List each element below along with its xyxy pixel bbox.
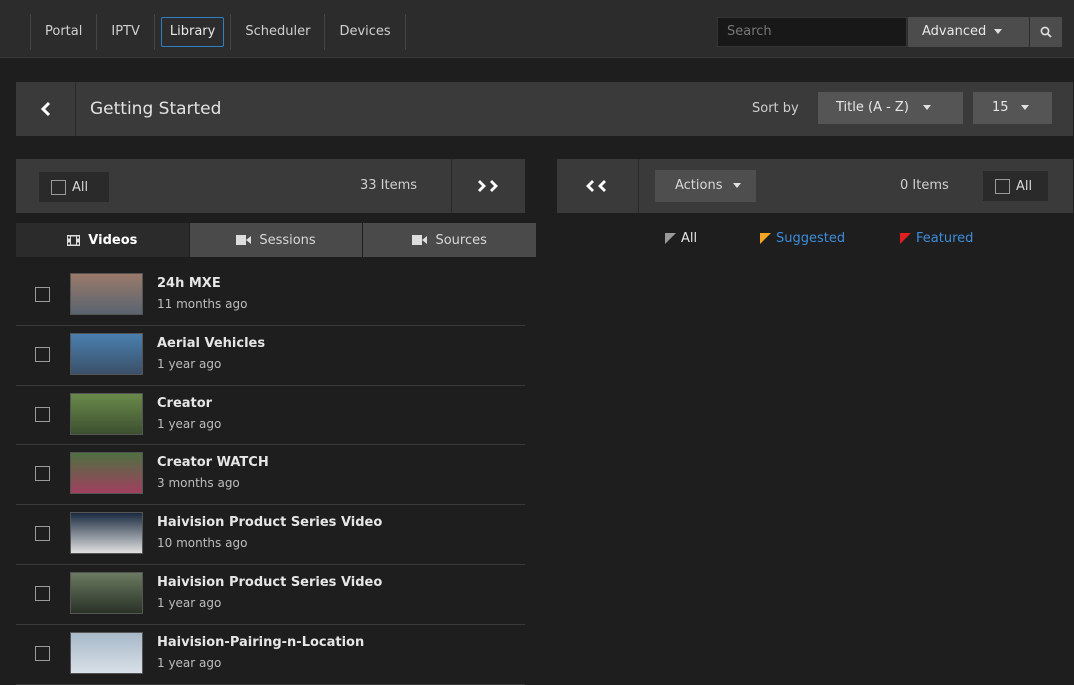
row-checkbox[interactable] <box>35 526 50 542</box>
video-title[interactable]: Aerial Vehicles <box>157 336 265 351</box>
video-date: 10 months ago <box>157 536 248 551</box>
library-header: Getting Started Sort by Title (A - Z) 15 <box>16 82 1073 136</box>
top-navigation: Portal IPTV Library Scheduler Devices Se… <box>0 0 1074 58</box>
checkbox <box>995 178 1010 194</box>
caret-down-icon <box>994 29 1003 34</box>
select-all-label: All <box>1016 178 1033 194</box>
tab-sessions[interactable]: Sessions <box>189 223 363 257</box>
row-checkbox[interactable] <box>35 346 50 362</box>
list-item[interactable]: Haivision Product Series Video 10 months… <box>16 505 525 565</box>
list-item[interactable]: Creator 1 year ago <box>16 386 525 446</box>
search-button[interactable] <box>1030 17 1062 47</box>
sort-select[interactable]: Title (A - Z) <box>818 92 963 124</box>
flag-icon <box>900 233 911 244</box>
tab-sources[interactable]: Sources <box>363 223 537 257</box>
video-date: 3 months ago <box>157 476 240 491</box>
caret-down-icon <box>732 183 741 188</box>
list-item[interactable]: Aerial Vehicles 1 year ago <box>16 326 525 386</box>
move-to-right-button[interactable] <box>451 159 525 213</box>
row-checkbox[interactable] <box>35 585 50 601</box>
row-checkbox[interactable] <box>35 406 50 422</box>
filter-all[interactable]: All <box>665 231 697 246</box>
video-date: 1 year ago <box>157 416 222 431</box>
move-to-left-button[interactable] <box>557 159 639 213</box>
video-title[interactable]: 24h MXE <box>157 276 221 291</box>
list-item[interactable]: Creator WATCH 3 months ago <box>16 445 525 506</box>
tab-videos[interactable]: Videos <box>16 223 189 257</box>
video-thumbnail[interactable] <box>70 512 143 555</box>
video-date: 1 year ago <box>157 356 222 371</box>
list-item[interactable]: Haivision-Pairing-n-Location 1 year ago <box>16 625 525 685</box>
video-title[interactable]: Haivision Product Series Video <box>157 575 382 590</box>
video-thumbnail[interactable] <box>70 332 143 375</box>
checkbox <box>51 179 66 195</box>
video-thumbnail[interactable] <box>70 571 143 614</box>
video-thumbnail[interactable] <box>70 392 143 435</box>
filter-bar: All Suggested Featured <box>557 231 1073 251</box>
list-item[interactable]: 24h MXE 11 months ago <box>16 266 525 326</box>
sort-by-label: Sort by <box>752 101 799 116</box>
page-size-value: 15 <box>992 100 1009 115</box>
filter-suggested[interactable]: Suggested <box>760 231 845 246</box>
search-input[interactable]: Search <box>717 17 907 47</box>
video-thumbnail[interactable] <box>70 273 143 315</box>
flag-icon <box>665 233 676 244</box>
flag-icon <box>760 233 771 244</box>
double-chevron-left-icon <box>585 180 606 192</box>
items-count: 33 Items <box>360 178 418 193</box>
select-all-selected-checkbox[interactable]: All <box>983 171 1048 201</box>
row-checkbox[interactable] <box>35 466 50 482</box>
video-camera-icon <box>412 235 428 245</box>
tab-portal[interactable]: Portal <box>30 14 98 50</box>
caret-down-icon <box>922 105 931 110</box>
video-title[interactable]: Haivision-Pairing-n-Location <box>157 635 364 650</box>
actions-dropdown[interactable]: Actions <box>655 170 756 202</box>
filter-label: All <box>681 231 698 246</box>
video-camera-icon <box>236 235 252 245</box>
video-title[interactable]: Creator <box>157 396 212 411</box>
search-icon <box>1040 26 1052 38</box>
filter-featured[interactable]: Featured <box>900 231 973 246</box>
selected-items-count: 0 Items <box>900 178 949 193</box>
video-title[interactable]: Creator WATCH <box>157 455 269 470</box>
advanced-label: Advanced <box>922 24 987 39</box>
caret-down-icon <box>1020 105 1029 110</box>
library-toolbar: All 33 Items <box>16 159 525 213</box>
actions-label: Actions <box>675 178 723 193</box>
chevron-left-icon <box>40 101 50 117</box>
content-type-tabs: Videos Sessions Sources <box>16 223 537 257</box>
row-checkbox[interactable] <box>35 287 50 302</box>
video-date: 1 year ago <box>157 655 222 670</box>
back-button[interactable] <box>16 82 76 136</box>
select-all-checkbox[interactable]: All <box>39 172 109 202</box>
tab-iptv[interactable]: IPTV <box>97 14 155 50</box>
page-size-select[interactable]: 15 <box>973 92 1052 124</box>
tab-devices[interactable]: Devices <box>325 14 406 50</box>
page-title: Getting Started <box>90 99 222 119</box>
list-item[interactable]: Haivision Product Series Video 1 year ag… <box>16 565 525 625</box>
video-date: 1 year ago <box>157 595 222 610</box>
selection-toolbar: Actions 0 Items All <box>557 159 1073 213</box>
tab-sessions-label: Sessions <box>259 232 316 248</box>
tab-scheduler[interactable]: Scheduler <box>230 14 326 50</box>
sort-value: Title (A - Z) <box>836 100 909 115</box>
video-date: 11 months ago <box>157 297 248 311</box>
video-title[interactable]: Haivision Product Series Video <box>157 515 382 530</box>
video-list: 24h MXE 11 months ago Aerial Vehicles 1 … <box>16 266 525 685</box>
double-chevron-right-icon <box>477 180 498 192</box>
row-checkbox[interactable] <box>35 645 50 661</box>
tab-videos-label: Videos <box>88 232 138 248</box>
advanced-search-button[interactable]: Advanced <box>908 17 1029 47</box>
film-icon <box>67 234 81 246</box>
nav-tabs: Portal IPTV Library Scheduler Devices <box>30 14 406 50</box>
select-all-label: All <box>72 179 89 195</box>
filter-label: Featured <box>916 231 974 246</box>
video-thumbnail[interactable] <box>70 452 143 495</box>
tab-sources-label: Sources <box>435 232 487 248</box>
filter-label: Suggested <box>776 231 846 246</box>
tab-library[interactable]: Library <box>160 17 225 47</box>
video-thumbnail[interactable] <box>70 631 143 674</box>
